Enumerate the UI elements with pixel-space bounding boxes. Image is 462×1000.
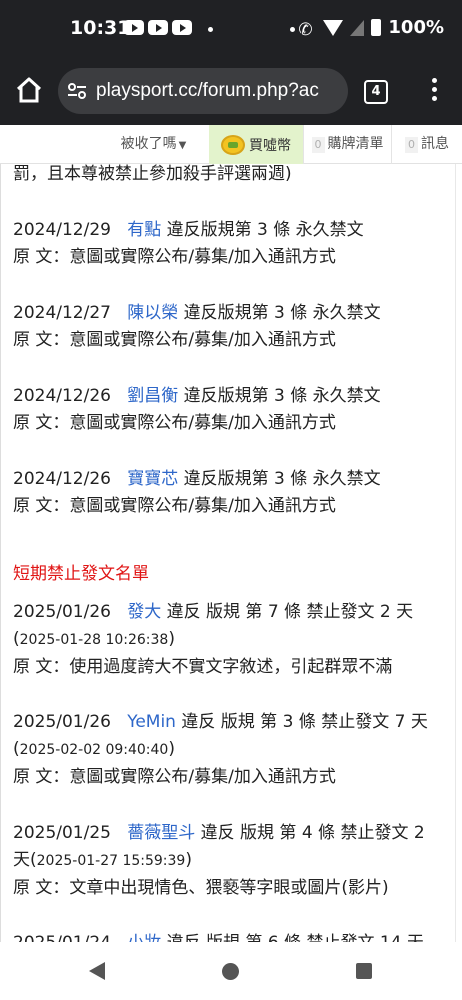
- messages-count: 0: [405, 137, 418, 153]
- url-text: playsport.cc/forum.php?ac: [96, 80, 319, 101]
- user-link[interactable]: 陳以榮: [127, 303, 178, 323]
- ban-reason: 原 文：文章中出現情色、猥褻等字眼或圖片(影片): [13, 878, 389, 898]
- ban-date: 2024/12/27: [13, 303, 111, 323]
- ban-date: 2025/01/24: [13, 933, 111, 942]
- buy-coin-button[interactable]: 買噓幣: [209, 125, 303, 164]
- user-link[interactable]: 劉昌衡: [127, 386, 178, 406]
- user-link[interactable]: 寶寶芯: [127, 469, 178, 489]
- notification-dot-icon: [208, 27, 213, 32]
- youtube-icon: [124, 20, 144, 35]
- youtube-icon: [172, 20, 192, 35]
- ban-reason: 原 文：意圖或實際公布/募集/加入通訊方式: [13, 496, 336, 516]
- ban-rule: 違反 版規 第 6 條 禁止發文 14 天: [167, 933, 424, 942]
- user-link[interactable]: 薔薇聖斗: [127, 823, 195, 843]
- ban-date: 2025/01/25: [13, 823, 111, 843]
- address-bar[interactable]: playsport.cc/forum.php?ac: [58, 68, 348, 114]
- short-term-heading: 短期禁止發文名單: [13, 564, 149, 584]
- ban-entry: 2024/12/26 劉昌衡 違反版規第 3 條 永久禁文 原 文：意圖或實際公…: [13, 383, 455, 437]
- browser-toolbar: playsport.cc/forum.php?ac 4: [0, 58, 462, 125]
- ban-reason: 原 文：使用過度誇大不實文字敘述，引起群眾不滿: [13, 657, 393, 677]
- ban-reason: 原 文：意圖或實際公布/募集/加入通訊方式: [13, 767, 336, 787]
- ban-rule: 違反 版規 第 4 條 禁止發文 2: [200, 823, 425, 843]
- collapse-label: 被收了嗎: [120, 136, 177, 152]
- content-border: [455, 164, 456, 942]
- back-icon[interactable]: [89, 962, 105, 980]
- ban-rule: 違反版規第 3 條 永久禁文: [166, 220, 364, 240]
- ban-entry: 2024/12/29 有點 違反版規第 3 條 永久禁文 原 文：意圖或實際公布…: [13, 217, 455, 271]
- ban-rule: 違反版規第 3 條 永久禁文: [183, 469, 381, 489]
- collapse-dropdown[interactable]: 被收了嗎 ▼: [98, 125, 209, 164]
- ban-entry: 2025/01/26 發大 違反 版規 第 7 條 禁止發文 2 天 (2025…: [13, 599, 455, 681]
- ban-reason: 原 文：意圖或實際公布/募集/加入通訊方式: [13, 330, 336, 350]
- status-bar: 10:31 100%: [0, 0, 462, 58]
- user-link[interactable]: 小妝: [127, 933, 161, 942]
- status-time: 10:31: [70, 17, 131, 39]
- site-settings-icon[interactable]: [67, 82, 87, 100]
- ban-date: 2025/01/26: [13, 602, 111, 622]
- messages-button[interactable]: 0 訊息: [391, 125, 462, 164]
- partial-text: 罰，且本尊被禁止參加殺手評選兩週): [13, 164, 292, 184]
- ban-entry: 2024/12/27 陳以榮 違反版規第 3 條 永久禁文 原 文：意圖或實際公…: [13, 300, 455, 354]
- tab-switcher-button[interactable]: 4: [364, 80, 388, 104]
- notification-dot-icon: [290, 27, 295, 32]
- user-link[interactable]: YeMin: [127, 712, 176, 732]
- ban-date: 2024/12/26: [13, 469, 111, 489]
- ban-until: 2025-01-28 10:26:38: [19, 632, 169, 648]
- ban-rule: 違反 版規 第 7 條 禁止發文 2 天: [166, 602, 414, 622]
- coin-icon: [221, 134, 245, 155]
- ban-rule: 違反版規第 3 條 永久禁文: [183, 303, 381, 323]
- user-link[interactable]: 發大: [127, 602, 161, 622]
- system-indicators: 100%: [298, 17, 444, 38]
- ban-until: 2025-02-02 09:40:40: [19, 742, 169, 758]
- home-button[interactable]: [14, 75, 44, 105]
- purchase-list-count: 0: [311, 137, 325, 153]
- wifi-calling-icon: [298, 19, 316, 37]
- ban-date: 2025/01/26: [13, 712, 111, 732]
- ban-entry: 2024/12/26 寶寶芯 違反版規第 3 條 永久禁文 原 文：意圖或實際公…: [13, 466, 455, 520]
- ban-reason: 原 文：意圖或實際公布/募集/加入通訊方式: [13, 247, 336, 267]
- more-menu-icon[interactable]: [424, 78, 444, 108]
- wifi-icon: [323, 19, 344, 36]
- messages-label: 訊息: [421, 136, 449, 152]
- ban-reason: 原 文：意圖或實際公布/募集/加入通訊方式: [13, 413, 336, 433]
- cell-signal-icon: [350, 19, 365, 36]
- ban-entry: 2025/01/26 YeMin 違反 版規 第 3 條 禁止發文 7 天 (2…: [13, 709, 455, 791]
- ban-rule: 違反版規第 3 條 永久禁文: [183, 386, 381, 406]
- purchase-list-label: 購牌清單: [327, 136, 384, 152]
- ban-date: 2024/12/26: [13, 386, 111, 406]
- ban-entry: 2025/01/24 小妝 違反 版規 第 6 條 禁止發文 14 天: [13, 930, 455, 942]
- home-circle-icon[interactable]: [222, 963, 239, 980]
- recents-icon[interactable]: [356, 963, 372, 979]
- battery-icon: [371, 19, 382, 36]
- ban-date: 2024/12/29: [13, 220, 111, 240]
- ban-until: 2025-01-27 15:59:39: [36, 853, 186, 869]
- youtube-icon: [148, 20, 168, 35]
- ban-rule-cont: 天: [13, 850, 30, 870]
- purchase-list-button[interactable]: 0 購牌清單: [303, 125, 391, 164]
- system-nav-bar: [0, 942, 462, 1000]
- home-icon: [16, 77, 42, 103]
- buy-coin-label: 買噓幣: [249, 137, 291, 154]
- battery-percent: 100%: [388, 17, 444, 38]
- user-link[interactable]: 有點: [127, 220, 161, 240]
- notification-icons: [124, 20, 192, 35]
- ban-list-content: 罰，且本尊被禁止參加殺手評選兩週) 2024/12/29 有點 違反版規第 3 …: [0, 164, 462, 942]
- ban-entry: 2025/01/25 薔薇聖斗 違反 版規 第 4 條 禁止發文 2 天(202…: [13, 820, 455, 902]
- ban-rule: 違反 版規 第 3 條 禁止發文 7 天: [181, 712, 428, 732]
- forum-nav-bar: 被收了嗎 ▼ 買噓幣 0 購牌清單 0 訊息: [0, 125, 462, 164]
- caret-down-icon: ▼: [178, 140, 187, 151]
